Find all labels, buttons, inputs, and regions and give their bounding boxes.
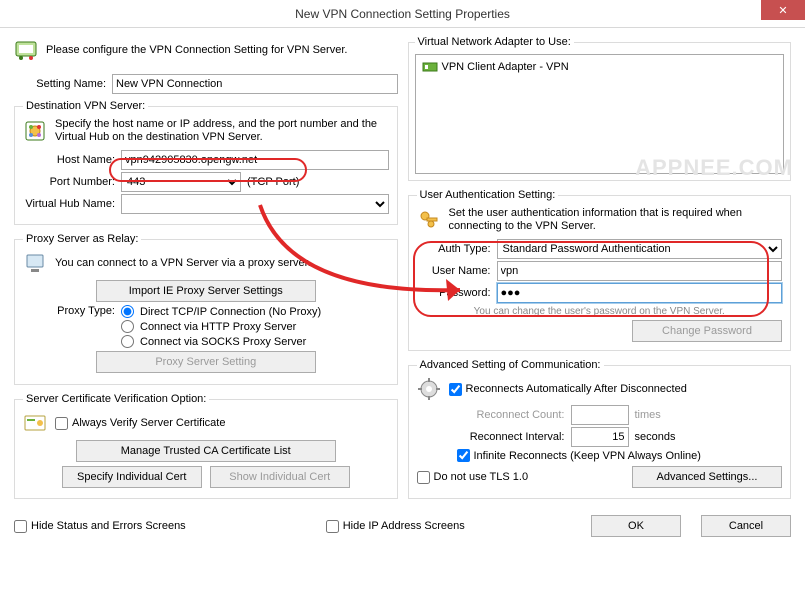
bottom-bar: Hide Status and Errors Screens Hide IP A… (0, 509, 805, 547)
proxy-type-label: Proxy Type: (23, 305, 115, 317)
close-icon: ✕ (778, 4, 787, 17)
port-label: Port Number: (23, 176, 115, 188)
title-bar: New VPN Connection Setting Properties ✕ (0, 0, 805, 28)
reconnect-count-input (571, 405, 629, 425)
reconnect-count-unit: times (635, 409, 661, 421)
hide-ip-checkbox[interactable]: Hide IP Address Screens (326, 520, 465, 533)
no-tls-checkbox[interactable]: Do not use TLS 1.0 (417, 471, 529, 484)
proxy-setting-button[interactable]: Proxy Server Setting (96, 351, 316, 373)
auth-legend: User Authentication Setting: (417, 189, 559, 201)
destination-legend: Destination VPN Server: (23, 100, 148, 112)
manage-ca-button[interactable]: Manage Trusted CA Certificate List (76, 440, 336, 462)
specify-cert-button[interactable]: Specify Individual Cert (62, 466, 202, 488)
proxy-http-radio[interactable]: Connect via HTTP Proxy Server (121, 320, 321, 333)
gear-icon (417, 377, 441, 401)
hub-icon (23, 119, 47, 143)
proxy-socks-radio[interactable]: Connect via SOCKS Proxy Server (121, 335, 321, 348)
password-input[interactable] (497, 283, 783, 303)
network-adapter-icon (422, 60, 438, 74)
advanced-group: Advanced Setting of Communication: Recon… (408, 359, 792, 499)
infinite-reconnect-checkbox[interactable]: Infinite Reconnects (Keep VPN Always Onl… (457, 449, 701, 462)
auth-note: You can change the user's password on th… (417, 306, 783, 317)
port-number-select[interactable]: 443 (121, 172, 241, 192)
show-cert-button[interactable]: Show Individual Cert (210, 466, 350, 488)
setting-name-input[interactable] (112, 74, 398, 94)
window-title: New VPN Connection Setting Properties (295, 7, 510, 21)
cert-icon (23, 411, 47, 435)
adapter-group: Virtual Network Adapter to Use: VPN Clie… (408, 36, 792, 181)
reconnect-interval-unit: seconds (635, 431, 676, 443)
ok-button[interactable]: OK (591, 515, 681, 537)
advanced-settings-button[interactable]: Advanced Settings... (632, 466, 782, 488)
host-label: Host Name: (23, 154, 115, 166)
setting-name-label: Setting Name: (14, 78, 106, 90)
proxy-direct-radio[interactable]: Direct TCP/IP Connection (No Proxy) (121, 305, 321, 318)
destination-hint: Specify the host name or IP address, and… (55, 118, 389, 144)
change-password-button[interactable]: Change Password (632, 320, 782, 342)
vhub-label: Virtual Hub Name: (23, 198, 115, 210)
reconnect-interval-label: Reconnect Interval: (445, 431, 565, 443)
host-name-input[interactable] (121, 150, 389, 170)
proxy-group: Proxy Server as Relay: You can connect t… (14, 233, 398, 385)
proxy-hint: You can connect to a VPN Server via a pr… (55, 257, 311, 269)
import-ie-proxy-button[interactable]: Import IE Proxy Server Settings (96, 280, 316, 302)
adapter-listbox[interactable]: VPN Client Adapter - VPN (415, 54, 785, 174)
auth-hint: Set the user authentication information … (449, 207, 783, 233)
cert-group: Server Certificate Verification Option: … (14, 393, 398, 499)
auth-type-select[interactable]: Standard Password Authentication (497, 239, 783, 259)
adapter-legend: Virtual Network Adapter to Use: (415, 36, 574, 48)
reconnect-count-label: Reconnect Count: (445, 409, 565, 421)
auth-group: User Authentication Setting: Set the use… (408, 189, 792, 351)
cancel-button[interactable]: Cancel (701, 515, 791, 537)
vpn-icon (14, 38, 38, 62)
right-column: Virtual Network Adapter to Use: VPN Clie… (408, 36, 792, 503)
keys-icon (417, 208, 441, 232)
virtual-hub-select[interactable] (121, 194, 389, 214)
proxy-legend: Proxy Server as Relay: (23, 233, 141, 245)
left-column: Please configure the VPN Connection Sett… (14, 36, 398, 503)
always-verify-checkbox[interactable]: Always Verify Server Certificate (55, 417, 225, 430)
reconnect-interval-input[interactable] (571, 427, 629, 447)
username-label: User Name: (417, 265, 491, 277)
auth-type-label: Auth Type: (417, 243, 491, 255)
intro-row: Please configure the VPN Connection Sett… (14, 36, 398, 68)
adapter-item[interactable]: VPN Client Adapter - VPN (420, 59, 780, 75)
advanced-legend: Advanced Setting of Communication: (417, 359, 604, 371)
port-note: (TCP Port) (247, 176, 299, 188)
reconnect-auto-checkbox[interactable]: Reconnects Automatically After Disconnec… (449, 383, 687, 396)
cert-legend: Server Certificate Verification Option: (23, 393, 209, 405)
destination-group: Destination VPN Server: Specify the host… (14, 100, 398, 225)
close-button[interactable]: ✕ (761, 0, 805, 20)
password-label: Password: (417, 287, 491, 299)
username-input[interactable] (497, 261, 783, 281)
intro-text: Please configure the VPN Connection Sett… (46, 44, 347, 56)
proxy-icon (23, 251, 47, 275)
hide-status-checkbox[interactable]: Hide Status and Errors Screens (14, 520, 186, 533)
